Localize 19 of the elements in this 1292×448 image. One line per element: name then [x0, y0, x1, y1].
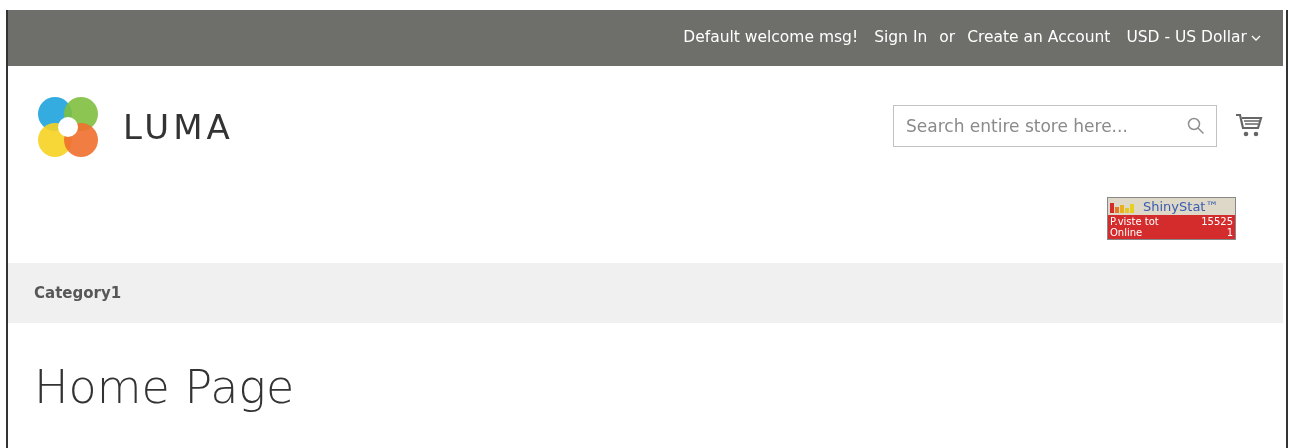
luma-logo[interactable]: LUMA: [35, 94, 234, 160]
search-field[interactable]: Search entire store here...: [893, 105, 1217, 147]
sign-in-link[interactable]: Sign In: [874, 26, 928, 50]
nav-link[interactable]: Category1: [34, 281, 122, 305]
search-icon[interactable]: [1187, 117, 1205, 135]
or-text: or: [939, 27, 956, 49]
counter-value: 1: [1226, 227, 1233, 238]
welcome-message: Default welcome msg!: [683, 27, 859, 49]
page-title: Home Page: [33, 359, 296, 416]
counter-value: 15525: [1201, 216, 1233, 227]
counter-title: ShinyStat™: [1143, 201, 1219, 212]
cart-icon[interactable]: [1235, 113, 1263, 139]
logo-icon: [35, 94, 101, 160]
counter-label: P.viste tot: [1110, 216, 1159, 227]
shinystat-counter[interactable]: ShinyStat™ P.viste tot 15525 Online 1: [1107, 197, 1236, 240]
counter-label: Online: [1110, 227, 1143, 238]
chevron-down-icon: [1251, 35, 1261, 41]
currency-switcher[interactable]: USD - US Dollar: [1126, 26, 1261, 50]
create-account-link[interactable]: Create an Account: [967, 26, 1111, 50]
